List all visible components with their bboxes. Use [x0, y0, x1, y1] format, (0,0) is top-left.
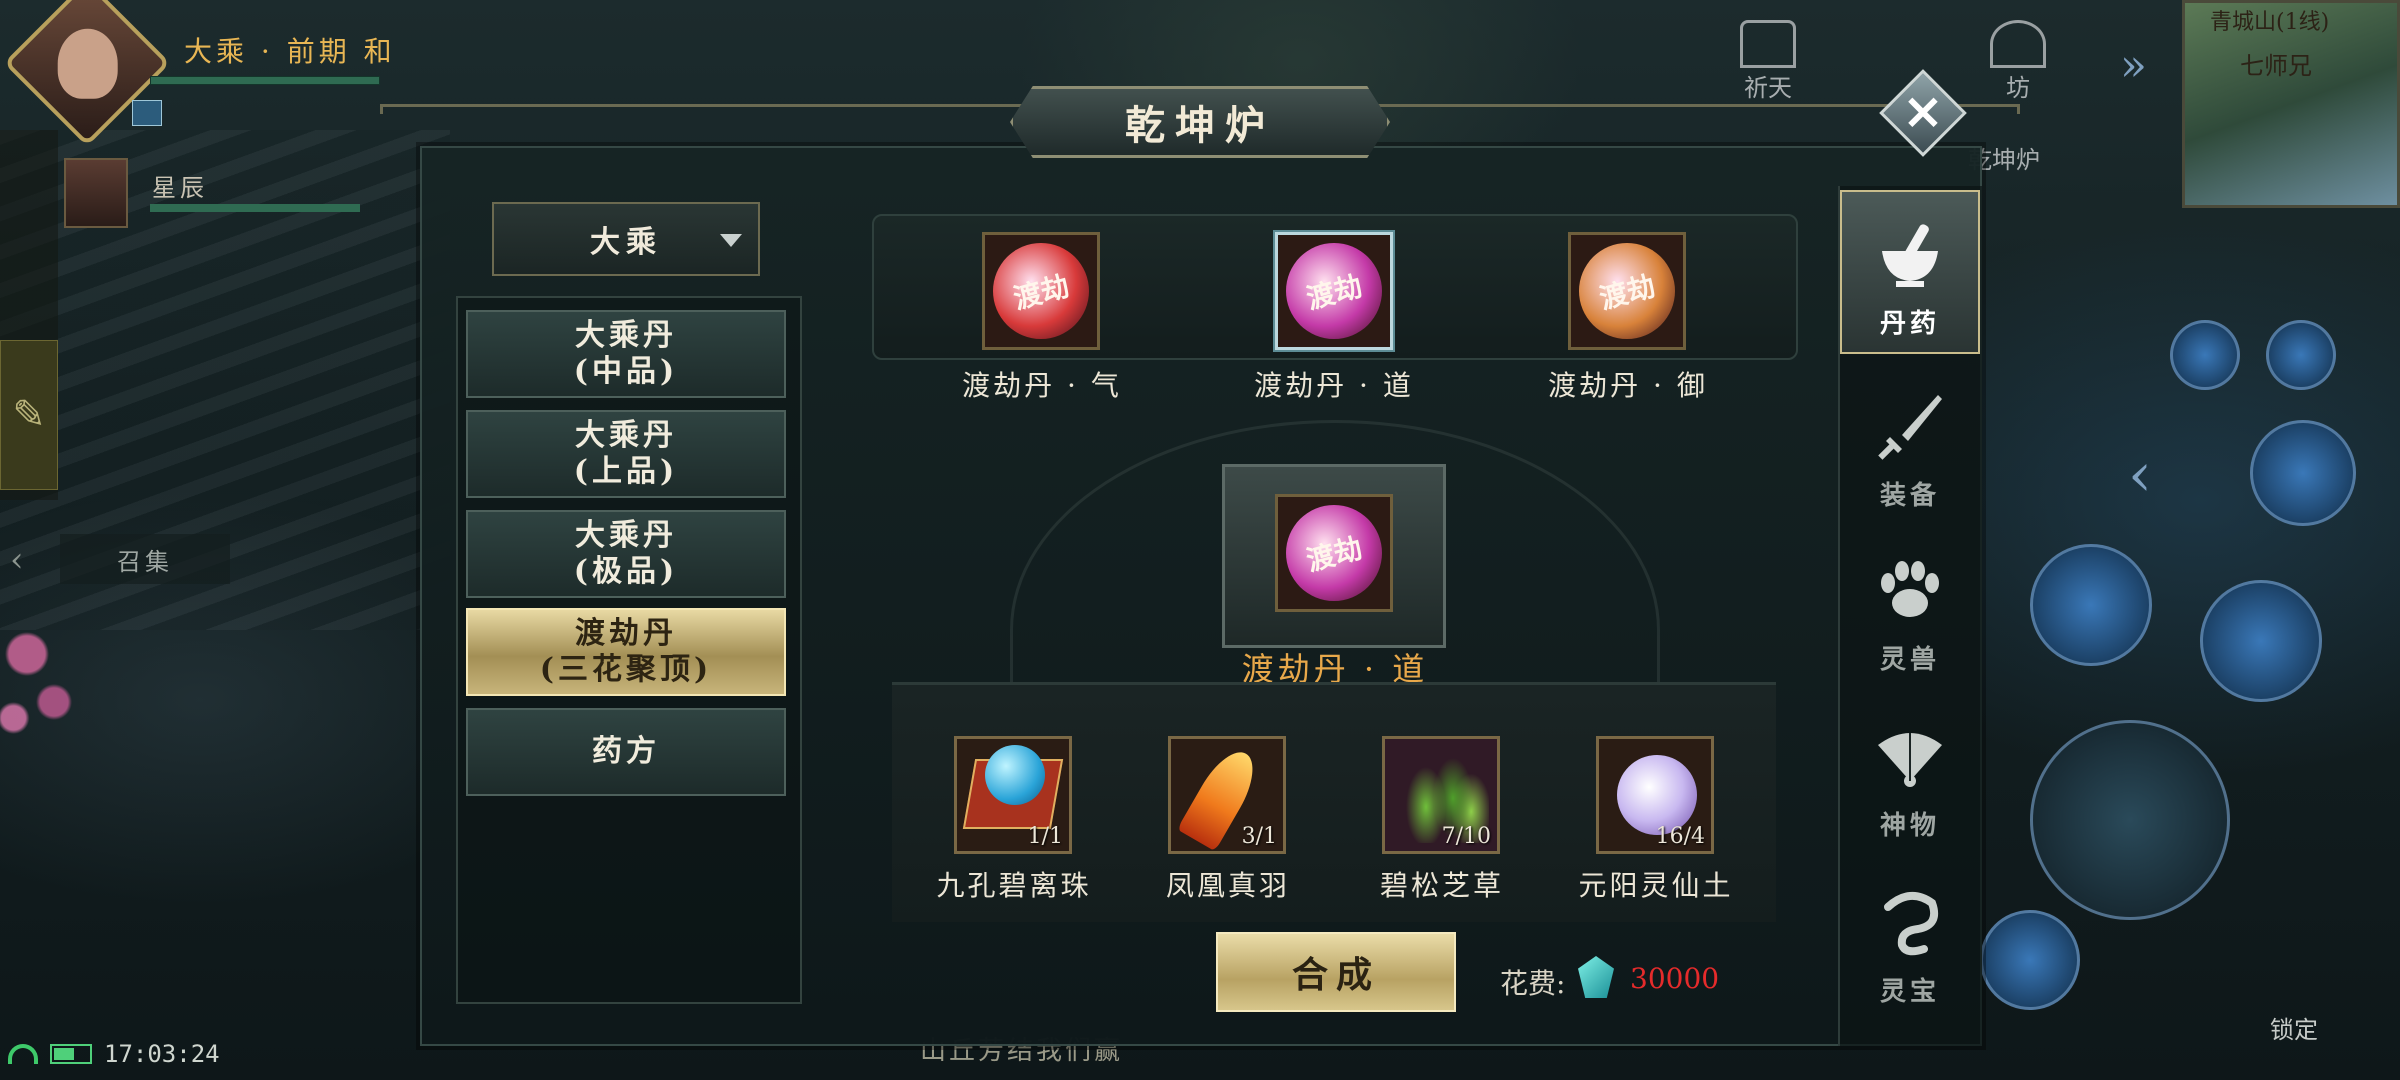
left-quest-tab[interactable]: ✎ [0, 340, 58, 490]
expand-arrow-icon[interactable]: » [2120, 40, 2147, 91]
tier-selected-label: 大乘 [590, 225, 662, 260]
tab-pills[interactable]: 丹药 [1840, 190, 1980, 354]
background-flowers [0, 590, 90, 750]
pill-orb-icon: 渡劫 [1579, 243, 1675, 339]
cost-label: 花费: [1500, 967, 1566, 1000]
ingredient-slot[interactable]: 3/1 [1168, 736, 1286, 854]
ingredient-name: 九孔碧离珠 [936, 869, 1092, 902]
ally-avatar[interactable] [64, 158, 128, 228]
tab-equipment[interactable]: 装备 [1840, 360, 1980, 524]
pill-slot-selected[interactable]: 渡劫 [1275, 232, 1393, 350]
recipe-item[interactable]: 大乘丹 (中品) [466, 310, 786, 398]
tab-treasures[interactable]: 灵宝 [1840, 856, 1980, 1020]
clock: 17:03:24 [104, 1040, 220, 1068]
synthesize-button[interactable]: 合成 [1216, 932, 1456, 1012]
battery-icon [50, 1044, 92, 1064]
pill-orb-icon: 渡劫 [1286, 243, 1382, 339]
close-icon[interactable]: × [1892, 80, 1954, 142]
tab-beasts[interactable]: 灵兽 [1840, 524, 1980, 688]
pray-icon[interactable]: 祈天 [1740, 20, 1796, 103]
ally-name: 星辰 [152, 174, 208, 202]
ingredient-slot[interactable]: 1/1 [954, 736, 1072, 854]
minimap-npc-label: 七师兄 [2240, 52, 2312, 80]
fan-icon [1870, 717, 1950, 797]
pill-name: 渡劫丹 · 御 [1548, 369, 1708, 402]
player-realm: 大乘 · 前期 和 [184, 35, 396, 68]
skill-3-icon[interactable] [2200, 580, 2322, 702]
chevron-down-icon [720, 234, 742, 247]
skill-4-icon[interactable] [1980, 910, 2080, 1010]
pill-name: 渡劫丹 · 气 [962, 369, 1122, 402]
lock-target-button[interactable]: 锁定 [2270, 1010, 2318, 1045]
result-pill-slot[interactable]: 渡劫 [1275, 494, 1393, 612]
paw-icon [1870, 551, 1950, 631]
pill-slot[interactable]: 渡劫 [1568, 232, 1686, 350]
back-arrow-icon[interactable]: ‹ [2128, 440, 2152, 510]
skill-1-icon[interactable] [2250, 420, 2356, 526]
tier-dropdown[interactable]: 大乘 [492, 202, 760, 276]
recipe-item[interactable]: 大乘丹 (上品) [466, 410, 786, 498]
shop-icon[interactable]: 坊 [1990, 20, 2046, 103]
cost-value: 30000 [1630, 962, 1720, 995]
recipe-item-selected[interactable]: 渡劫丹 (三花聚顶) [466, 608, 786, 696]
tab-beasts-label: 灵兽 [1879, 645, 1940, 675]
pill-orb-icon: 渡劫 [993, 243, 1089, 339]
tab-treasures-label: 灵宝 [1879, 977, 1940, 1007]
minimap-title: 青城山(1线) [2210, 10, 2330, 35]
ingredient-count: 16/4 [1655, 824, 1705, 849]
summon-button[interactable]: 召集 [60, 534, 230, 584]
scroll-icon [1870, 883, 1950, 963]
recipe-item[interactable]: 大乘丹 (极品) [466, 510, 786, 598]
bag-icon[interactable] [2170, 320, 2240, 390]
tab-equipment-label: 装备 [1879, 481, 1940, 511]
ingredient-slot[interactable]: 16/4 [1596, 736, 1714, 854]
ingredient-count: 3/1 [1241, 824, 1277, 849]
mortar-icon [1870, 215, 1950, 295]
ingredient-count: 1/1 [1027, 824, 1063, 849]
ingredient-count: 7/10 [1441, 824, 1491, 849]
recipe-item-formula[interactable]: 药方 [466, 708, 786, 796]
collapse-arrow-icon[interactable]: ‹ [10, 540, 24, 580]
tab-artifacts[interactable]: 神物 [1840, 690, 1980, 854]
ingredient-name: 碧松芝草 [1379, 869, 1504, 902]
wifi-icon [8, 1044, 38, 1064]
pray-label: 祈天 [1744, 74, 1792, 102]
skill-2-icon[interactable] [2030, 544, 2152, 666]
status-bar: 17:03:24 [0, 1034, 220, 1074]
ally-hp-bar [150, 204, 360, 212]
ingredient-slot[interactable]: 7/10 [1382, 736, 1500, 854]
ingredient-name: 凤凰真羽 [1165, 869, 1290, 902]
attack-button[interactable] [2030, 720, 2230, 920]
pill-slot[interactable]: 渡劫 [982, 232, 1100, 350]
player-hp-bar [150, 76, 380, 85]
panel-title: 乾坤炉 [1125, 102, 1275, 149]
tab-pills-label: 丹药 [1879, 309, 1940, 339]
result-orb-icon: 渡劫 [1286, 505, 1382, 601]
target-icon[interactable] [2266, 320, 2336, 390]
buff-icon[interactable] [132, 100, 162, 126]
vase-icon [1617, 755, 1697, 835]
panel-title-plate: 乾坤炉 [1010, 86, 1390, 158]
ingredient-name: 元阳灵仙土 [1578, 869, 1734, 902]
sword-icon [1870, 387, 1950, 467]
shop-label: 坊 [2006, 74, 2030, 102]
pill-name: 渡劫丹 · 道 [1254, 369, 1414, 402]
tab-artifacts-label: 神物 [1879, 811, 1940, 841]
